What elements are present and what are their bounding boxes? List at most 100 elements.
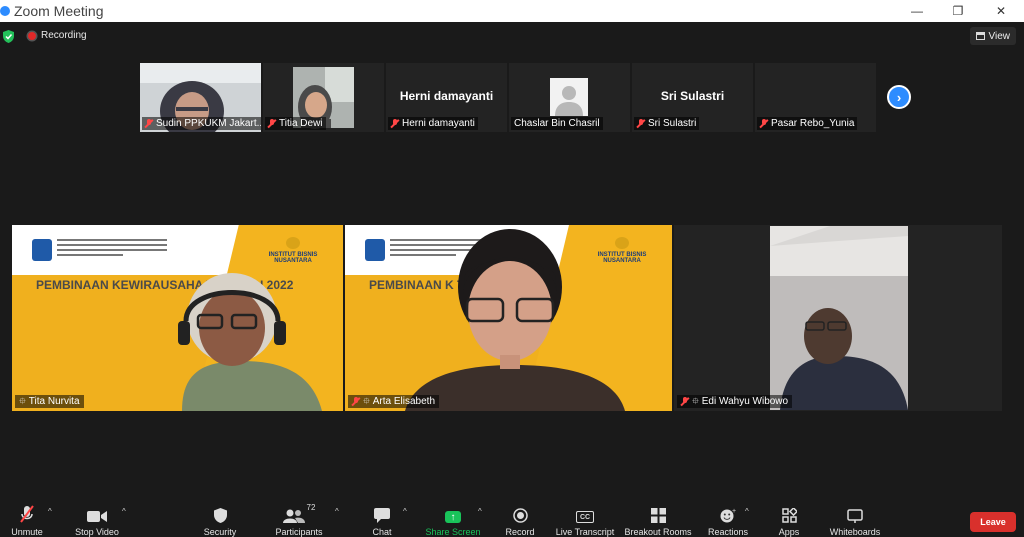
pin-icon: ⯐ <box>363 395 370 406</box>
chat-bubble-icon <box>366 503 398 523</box>
muted-mic-icon <box>391 119 399 128</box>
participant-display-name: Sri Sulastri <box>660 89 725 103</box>
pin-icon: ⯐ <box>692 395 699 406</box>
filmstrip-tile[interactable]: Titia Dewi <box>263 63 384 132</box>
filmstrip-tile[interactable]: Pasar Rebo_Yunia <box>755 63 876 132</box>
record-button[interactable]: Record <box>503 503 537 537</box>
participants-options-caret[interactable]: ^ <box>335 507 339 516</box>
default-avatar-icon <box>550 78 588 116</box>
apps-icon <box>774 503 804 523</box>
muted-mic-icon <box>760 119 768 128</box>
participants-icon: 72 <box>272 503 326 523</box>
close-icon[interactable]: ✕ <box>981 0 1021 22</box>
meeting-toolbar: Unmute ^ Stop Video ^ Security 72 Partic… <box>0 503 1024 537</box>
chat-button[interactable]: Chat <box>366 503 398 537</box>
meeting-top-bar: Recording View <box>0 22 1024 52</box>
filmstrip-next-button[interactable]: › <box>887 85 911 109</box>
share-screen-button[interactable]: ↑ Share Screen <box>424 503 482 537</box>
participants-button[interactable]: 72 Participants <box>272 503 326 537</box>
muted-mic-icon <box>681 397 689 406</box>
stop-video-button[interactable]: Stop Video <box>72 503 122 537</box>
muted-mic-icon <box>145 119 153 128</box>
breakout-rooms-button[interactable]: Breakout Rooms <box>624 503 692 537</box>
participant-name: Sudin PPKUKM Jakart... <box>156 118 261 129</box>
apps-button[interactable]: Apps <box>774 503 804 537</box>
unmute-button[interactable]: Unmute <box>6 503 48 537</box>
video-tile[interactable]: INSTITUT BISNIS NUSANTARA PEMBINAAN K TE… <box>345 225 672 411</box>
security-shield-icon[interactable] <box>3 30 14 43</box>
record-label: Record <box>505 527 535 537</box>
title-bar: Zoom Meeting — ❐ ✕ <box>0 0 1024 22</box>
apps-label: Apps <box>778 527 800 537</box>
filmstrip-tile[interactable]: Sudin PPKUKM Jakart... <box>140 63 261 132</box>
participant-name: Arta Elisabeth <box>372 396 436 407</box>
security-button[interactable]: Security <box>200 503 240 537</box>
breakout-rooms-icon <box>624 503 692 523</box>
restore-icon[interactable]: ❐ <box>938 0 978 22</box>
jakarta-emblem-icon <box>32 239 52 261</box>
share-options-caret[interactable]: ^ <box>478 507 482 516</box>
leave-button[interactable]: Leave <box>970 512 1016 532</box>
closed-caption-icon: CC <box>576 511 594 523</box>
filmstrip-tile[interactable]: Chaslar Bin Chasril <box>509 63 630 132</box>
view-label: View <box>988 30 1011 42</box>
pin-icon: ⯐ <box>19 395 26 406</box>
participants-label: Participants <box>275 527 323 537</box>
muted-microphone-icon <box>6 503 48 523</box>
filmstrip-tile[interactable]: Herni damayanti Herni damayanti <box>386 63 507 132</box>
jakarta-emblem-icon <box>365 239 385 261</box>
share-screen-label: Share Screen <box>425 527 481 537</box>
participant-video <box>405 229 625 411</box>
reactions-button[interactable]: + Reactions <box>706 503 750 537</box>
video-options-caret[interactable]: ^ <box>122 507 126 516</box>
participant-video <box>770 226 908 410</box>
chat-label: Chat <box>372 527 392 537</box>
view-button[interactable]: View <box>969 27 1016 45</box>
unmute-label: Unmute <box>11 527 43 537</box>
participant-name: Titia Dewi <box>279 118 323 129</box>
participant-name-label: Sri Sulastri <box>634 117 700 130</box>
recording-indicator[interactable]: Recording <box>28 30 87 41</box>
participant-name-label: Chaslar Bin Chasril <box>511 117 603 130</box>
muted-mic-icon <box>352 397 360 406</box>
participant-name: Pasar Rebo_Yunia <box>771 118 855 129</box>
reactions-options-caret[interactable]: ^ <box>745 507 749 516</box>
participant-video <box>178 273 322 411</box>
stop-video-label: Stop Video <box>75 527 119 537</box>
whiteboards-button[interactable]: Whiteboards <box>826 503 884 537</box>
muted-mic-icon <box>268 119 276 128</box>
live-transcript-label: Live Transcript <box>555 527 615 537</box>
participant-name-label: ⯐ Tita Nurvita <box>15 395 84 408</box>
smiley-plus-icon: + <box>706 503 750 523</box>
filmstrip-tile[interactable]: Sri Sulastri Sri Sulastri <box>632 63 753 132</box>
participant-name-label: Titia Dewi <box>265 117 326 130</box>
muted-mic-icon <box>637 119 645 128</box>
audio-options-caret[interactable]: ^ <box>48 507 52 516</box>
video-camera-icon <box>72 503 122 523</box>
participant-name-label: Sudin PPKUKM Jakart... <box>142 117 261 130</box>
participant-display-name: Herni damayanti <box>399 89 494 103</box>
share-screen-arrow-icon: ↑ <box>445 511 461 523</box>
participants-count: 72 <box>306 503 316 512</box>
chat-options-caret[interactable]: ^ <box>403 507 407 516</box>
participant-name-label: ⯐ Edi Wahyu Wibowo <box>677 395 793 408</box>
view-grid-icon <box>975 32 985 40</box>
participant-name-label: Herni damayanti <box>388 117 478 130</box>
whiteboards-label: Whiteboards <box>829 527 881 537</box>
shield-icon <box>200 503 240 523</box>
whiteboard-icon <box>826 503 884 523</box>
minimize-icon[interactable]: — <box>897 0 937 22</box>
breakout-rooms-label: Breakout Rooms <box>624 527 692 537</box>
participant-name: Edi Wahyu Wibowo <box>701 396 789 407</box>
recording-dot-icon <box>28 31 36 40</box>
record-icon <box>503 503 537 523</box>
video-tile-active-speaker[interactable]: INSTITUT BISNIS NUSANTARA PEMBINAAN KEWI… <box>12 225 343 411</box>
recording-label: Recording <box>41 30 87 41</box>
participant-name: Herni damayanti <box>402 118 475 129</box>
live-transcript-button[interactable]: CC Live Transcript <box>555 503 615 537</box>
reactions-label: Reactions <box>707 527 749 537</box>
window-title: Zoom Meeting <box>14 3 104 19</box>
participant-name: Sri Sulastri <box>648 118 697 129</box>
svg-text:+: + <box>732 508 736 515</box>
video-tile[interactable]: ⯐ Edi Wahyu Wibowo <box>674 225 1002 411</box>
